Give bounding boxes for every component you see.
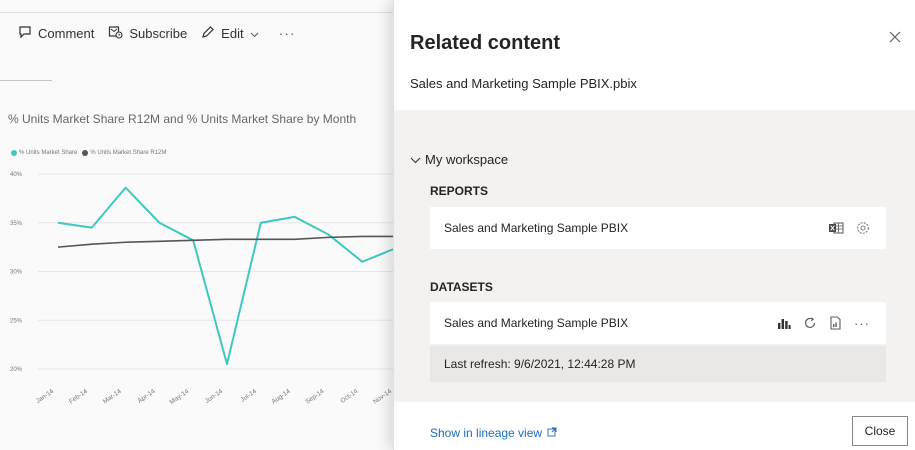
report-name: Sales and Marketing Sample PBIX (444, 221, 629, 235)
y-tick-label: 30% (10, 270, 23, 276)
x-tick-label: May-14 (169, 388, 191, 406)
dataset-actions: ··· (765, 302, 870, 344)
report-canvas: Comment Subscribe Edit ··· % Units Marke (0, 0, 393, 450)
reports-section-label: REPORTS (430, 184, 489, 198)
close-icon[interactable] (884, 26, 906, 48)
workspace-toggle[interactable]: My workspace (410, 152, 508, 167)
external-link-icon (542, 426, 557, 440)
panel-subtitle: Sales and Marketing Sample PBIX.pbix (410, 76, 637, 91)
workspace-label: My workspace (425, 152, 509, 167)
panel-footer: Show in lineage view Close (394, 402, 915, 450)
datasets-section-label: DATASETS (430, 280, 493, 294)
y-tick-label: 35% (10, 221, 23, 227)
y-tick-label: 25% (10, 318, 23, 324)
x-tick-label: Nov-14 (372, 388, 393, 406)
x-tick-label: Apr-14 (137, 388, 157, 405)
panel-title: Related content (410, 32, 561, 54)
app-root: Comment Subscribe Edit ··· % Units Marke (0, 0, 915, 450)
x-tick-label: Jan-14 (35, 388, 56, 405)
new-report-icon[interactable] (829, 316, 842, 330)
x-tick-label: Mar-14 (102, 388, 123, 406)
last-refresh-text: Last refresh: 9/6/2021, 12:44:28 PM (444, 357, 636, 371)
x-tick-label: Jun-14 (204, 388, 225, 405)
panel-header: Related content Sales and Marketing Samp… (394, 0, 915, 110)
x-tick-label: Sep-14 (304, 388, 325, 406)
excel-icon[interactable] (828, 221, 844, 235)
dataset-card[interactable]: Sales and Marketing Sample PBIX ··· (430, 302, 886, 344)
x-tick-label: Jul-14 (239, 388, 258, 404)
chevron-down-icon (410, 152, 425, 167)
x-tick-label: Aug-14 (271, 388, 292, 406)
dataset-name: Sales and Marketing Sample PBIX (444, 316, 629, 330)
last-refresh-row: Last refresh: 9/6/2021, 12:44:28 PM (430, 346, 886, 382)
more-options-button[interactable]: ··· (854, 316, 870, 331)
line-chart: 40% 35% 30% 25% 20% Jan-14 Feb-14 Mar-14 Apr-14 M… (10, 172, 393, 406)
lineage-view-link[interactable]: Show in lineage view (430, 426, 557, 440)
close-button[interactable]: Close (852, 416, 908, 446)
series-line-1[interactable] (57, 186, 393, 366)
report-card[interactable]: Sales and Marketing Sample PBIX (430, 207, 886, 249)
report-actions (816, 207, 870, 249)
x-tick-label: Feb-14 (68, 388, 89, 406)
related-content-panel: Related content Sales and Marketing Samp… (393, 0, 915, 450)
refresh-icon[interactable] (803, 316, 817, 330)
chart-icon[interactable] (777, 317, 791, 330)
y-tick-label: 20% (10, 367, 23, 373)
gear-icon[interactable] (856, 221, 870, 235)
x-tick-label: Oct-14 (339, 388, 359, 405)
lineage-link-label: Show in lineage view (430, 426, 543, 440)
y-tick-label: 40% (10, 172, 23, 178)
